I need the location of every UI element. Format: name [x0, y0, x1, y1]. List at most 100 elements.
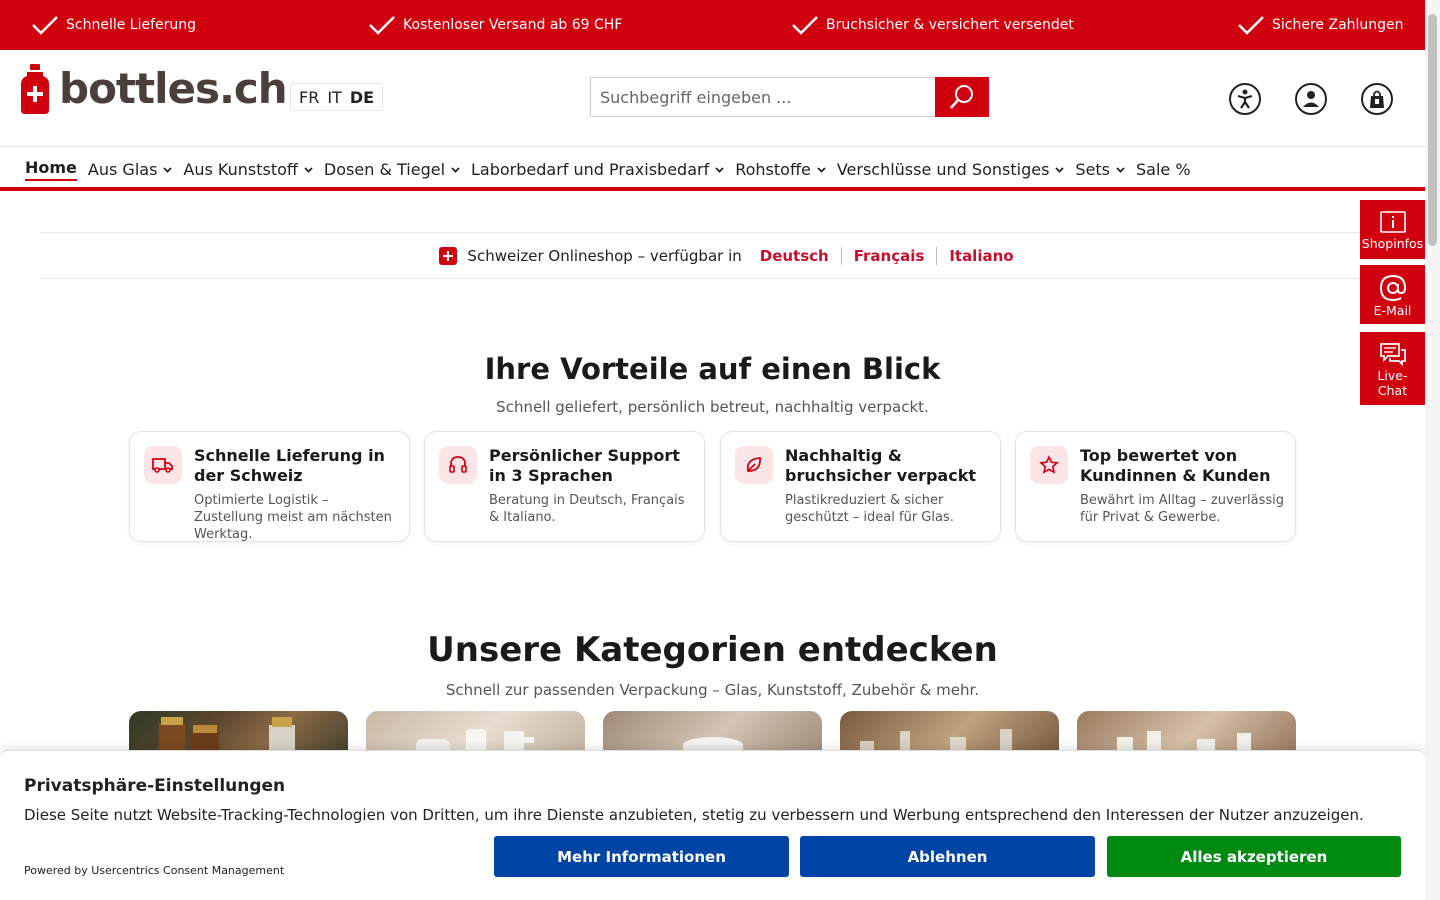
side-button-shopinfos[interactable]: Shopinfos — [1360, 200, 1425, 259]
language-link-francais[interactable]: Français — [840, 246, 937, 265]
search-button[interactable] — [935, 77, 989, 117]
categories-title: Unsere Kategorien entdecken — [427, 630, 998, 670]
cart-button[interactable] — [1361, 83, 1393, 115]
account-button[interactable] — [1295, 83, 1327, 115]
site-logo[interactable]: bottles.ch — [21, 64, 288, 114]
usp-text: Bruchsicher & versichert versendet — [826, 17, 1074, 33]
accessibility-icon — [1237, 89, 1253, 109]
truck-icon — [144, 446, 182, 484]
benefit-card: Nachhaltig & bruchsicher verpackt Plasti… — [720, 431, 1001, 542]
benefit-title: Nachhaltig & bruchsicher verpackt — [785, 446, 976, 485]
cookie-consent-banner: Privatsphäre-Einstellungen Diese Seite n… — [0, 750, 1425, 900]
language-link-deutsch[interactable]: Deutsch — [748, 247, 841, 265]
chevron-down-icon — [1055, 166, 1065, 173]
star-icon — [1030, 446, 1068, 484]
accept-all-button[interactable]: Alles akzeptieren — [1107, 836, 1401, 877]
language-link-italiano[interactable]: Italiano — [936, 246, 1025, 265]
lang-de[interactable]: DE — [346, 88, 378, 107]
nav-label: Rohstoffe — [735, 160, 811, 179]
more-information-button[interactable]: Mehr Informationen — [494, 836, 789, 877]
chevron-down-icon — [304, 166, 313, 173]
side-button-label: E-Mail — [1373, 303, 1412, 318]
nav-item-home[interactable]: Home — [25, 158, 77, 181]
cookie-powered-by[interactable]: Powered by Usercentrics Consent Manageme… — [24, 864, 284, 877]
at-icon — [1379, 274, 1406, 302]
nav-item-verschluesse[interactable]: Verschlüsse und Sonstiges — [837, 158, 1065, 181]
categories-subtitle: Schnell zur passenden Verpackung – Glas,… — [445, 681, 980, 699]
nav-label: Aus Kunststoff — [183, 160, 298, 179]
search-icon — [950, 85, 973, 109]
headset-icon — [439, 446, 477, 484]
check-icon — [1238, 16, 1264, 35]
cookie-text: Diese Seite nutzt Website-Tracking-Techn… — [24, 806, 1364, 824]
usp-item: Schnelle Lieferung — [30, 0, 196, 50]
page-scrollbar[interactable] — [1425, 0, 1440, 900]
usp-text: Sichere Zahlungen — [1272, 17, 1404, 33]
language-switcher: FR IT DE — [290, 83, 384, 111]
check-icon — [32, 16, 58, 35]
lang-fr[interactable]: FR — [295, 88, 323, 107]
chevron-down-icon — [451, 166, 460, 173]
benefit-text: Beratung in Deutsch, Français & Italiano… — [489, 493, 685, 525]
benefit-card: Top bewertet von Kundinnen & Kunden Bewä… — [1015, 431, 1296, 542]
chevron-down-icon — [163, 166, 173, 173]
side-button-label: Live-Chat — [1377, 368, 1408, 398]
benefits-title: Ihre Vorteile auf einen Blick — [484, 352, 941, 386]
nav-label: Sets — [1075, 160, 1111, 179]
cookie-title: Privatsphäre-Einstellungen — [24, 776, 286, 796]
chevron-down-icon — [715, 166, 724, 173]
nav-label: Verschlüsse und Sonstiges — [836, 160, 1050, 179]
usp-text: Kostenloser Versand ab 69 CHF — [403, 17, 623, 33]
benefit-card: Persönlicher Support in 3 Sprachen Berat… — [424, 431, 705, 542]
country-text: Schweizer Onlineshop – verfügbar in — [467, 246, 742, 265]
nav-item-sets[interactable]: Sets — [1075, 158, 1125, 181]
benefit-title: Top bewertet von Kundinnen & Kunden — [1080, 446, 1271, 485]
usp-text: Schnelle Lieferung — [66, 17, 197, 33]
check-icon — [369, 16, 395, 35]
benefit-title: Schnelle Lieferung in der Schweiz — [194, 446, 385, 485]
benefit-card: Schnelle Lieferung in der Schweiz Optimi… — [129, 431, 410, 542]
user-icon — [1303, 91, 1319, 107]
nav-item-aus-glas[interactable]: Aus Glas — [88, 158, 173, 181]
site-header: bottles.ch FR IT DE — [0, 50, 1425, 147]
search-input[interactable] — [590, 77, 935, 117]
usp-item: Bruchsicher & versichert versendet — [790, 0, 1074, 50]
nav-label: Dosen & Tiegel — [323, 160, 446, 179]
nav-item-rohstoffe[interactable]: Rohstoffe — [735, 158, 826, 181]
nav-label: Laborbedarf und Praxisbedarf — [471, 160, 710, 179]
nav-item-laborbedarf[interactable]: Laborbedarf und Praxisbedarf — [471, 158, 724, 181]
nav-label: Home — [25, 158, 77, 177]
shopping-bag-icon — [1370, 90, 1384, 108]
side-button-live-chat[interactable]: Live-Chat — [1360, 332, 1425, 405]
accessibility-button[interactable] — [1229, 83, 1261, 115]
main-navigation: Home Aus Glas Aus Kunststoff Dosen & Tie… — [0, 148, 1425, 191]
nav-item-sale[interactable]: Sale % — [1136, 158, 1191, 181]
nav-label: Sale % — [1136, 160, 1191, 179]
check-icon — [792, 16, 818, 35]
logo-text: bottles.ch — [59, 64, 288, 113]
usp-bar: Schnelle Lieferung Kostenloser Versand a… — [0, 0, 1425, 50]
side-button-email[interactable]: E-Mail — [1360, 265, 1425, 324]
benefit-title: Persönlicher Support in 3 Sprachen — [489, 446, 680, 485]
search-bar — [590, 77, 989, 117]
deny-button[interactable]: Ablehnen — [800, 836, 1095, 877]
country-language-strip: Schweizer Onlineshop – verfügbar in Deut… — [40, 232, 1425, 279]
usp-item: Sichere Zahlungen — [1236, 0, 1404, 50]
chevron-down-icon — [1116, 166, 1125, 173]
nav-item-dosen-tiegel[interactable]: Dosen & Tiegel — [324, 158, 460, 181]
info-icon — [1379, 211, 1406, 233]
scrollbar-thumb[interactable] — [1428, 14, 1437, 246]
benefit-text: Bewährt im Alltag – zuverlässig für Priv… — [1080, 493, 1285, 525]
nav-label: Aus Glas — [87, 160, 158, 179]
nav-item-aus-kunststoff[interactable]: Aus Kunststoff — [183, 158, 313, 181]
benefit-text: Optimierte Logistik – Zustellung meist a… — [194, 493, 392, 542]
swiss-flag-icon — [439, 246, 458, 265]
benefits-subtitle: Schnell geliefert, persönlich betreut, n… — [496, 398, 929, 416]
benefit-text: Plastikreduziert & sicher geschützt – id… — [785, 493, 954, 525]
bottle-logo-icon — [21, 64, 49, 114]
leaf-icon — [735, 446, 773, 484]
side-button-label: Shopinfos — [1361, 236, 1424, 251]
lang-it[interactable]: IT — [323, 88, 346, 107]
chat-icon — [1379, 343, 1406, 366]
usp-item: Kostenloser Versand ab 69 CHF — [367, 0, 622, 50]
